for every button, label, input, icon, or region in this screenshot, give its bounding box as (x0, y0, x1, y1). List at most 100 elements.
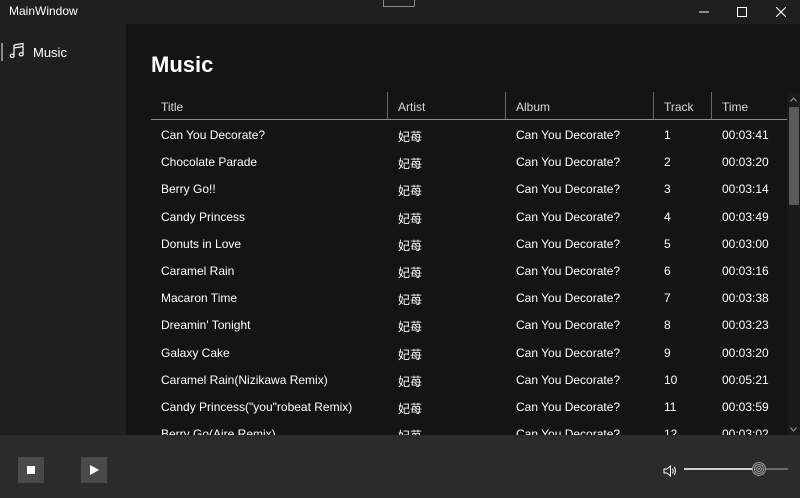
content-area: Music Title Artist Album Track Time Can … (126, 24, 800, 435)
cell-artist: 妃苺 (398, 320, 423, 335)
column-header-album[interactable]: Album (506, 92, 653, 120)
cell-album: Can You Decorate? (516, 318, 621, 333)
cell-artist: 妃苺 (398, 401, 423, 416)
cell-title: Berry Go!! (161, 182, 216, 197)
table-row[interactable]: Berry Go(Aire Remix) 妃苺 Can You Decorate? 1… (151, 419, 787, 435)
play-button[interactable] (81, 457, 107, 483)
nav-item-label: Music (33, 45, 67, 60)
cell-track: 10 (664, 372, 678, 387)
cell-time: 00:03:41 (722, 128, 769, 142)
table-row[interactable]: Donuts in Love 妃苺 Can You Decorate? 5 00:03:… (151, 229, 787, 256)
cell-time: 00:05:21 (722, 372, 769, 387)
cell-album: Can You Decorate? (516, 345, 621, 360)
window-title: MainWindow (9, 4, 78, 18)
table-row[interactable]: Berry Go!! 妃苺 Can You Decorate? 3 00:03:14 (151, 174, 787, 201)
close-button[interactable] (758, 0, 800, 24)
table-row[interactable]: Candy Princess 妃苺 Can You Decorate? 4 00:03:… (151, 202, 787, 229)
volume-slider-thumb[interactable] (752, 462, 766, 476)
cell-artist: 妃苺 (398, 293, 423, 308)
cell-artist: 妃苺 (398, 265, 423, 280)
column-header-track[interactable]: Track (654, 92, 711, 120)
drag-handle[interactable] (383, 0, 415, 7)
table-header: Title Artist Album Track Time (151, 92, 787, 120)
cell-artist: 妃苺 (398, 238, 423, 253)
cell-time: 00:03:02 (722, 427, 769, 435)
chevron-up-icon (790, 96, 797, 102)
cell-time: 00:03:16 (722, 263, 769, 278)
cell-artist: 妃苺 (398, 130, 423, 144)
close-icon (776, 7, 786, 17)
cell-title: Macaron Time (161, 291, 238, 306)
cell-title: Can You Decorate? (161, 128, 266, 142)
cell-album: Can You Decorate? (516, 263, 621, 278)
cell-track: 9 (664, 345, 671, 360)
column-header-time[interactable]: Time (712, 92, 787, 120)
cell-track: 4 (664, 209, 671, 224)
table-row[interactable]: Caramel Rain 妃苺 Can You Decorate? 6 00:03:16 (151, 256, 787, 283)
music-table: Title Artist Album Track Time Can You De… (151, 92, 787, 435)
cell-track: 8 (664, 318, 671, 333)
table-row[interactable]: Macaron Time 妃苺 Can You Decorate? 7 00:03:38 (151, 283, 787, 310)
stop-button[interactable] (18, 457, 44, 483)
table-row[interactable]: Chocolate Parade 妃苺 Can You Decorate? 2 00:0… (151, 147, 787, 174)
vertical-scrollbar[interactable] (787, 93, 800, 435)
play-icon (90, 465, 99, 475)
cell-title: Candy Princess("you"robeat Remix) (161, 399, 353, 414)
cell-title: Galaxy Cake (161, 345, 230, 360)
cell-title: Caramel Rain(Nizikawa Remix) (161, 372, 328, 387)
scroll-up-button[interactable] (787, 93, 800, 105)
column-header-artist[interactable]: Artist (388, 92, 505, 120)
cell-track: 1 (664, 128, 671, 142)
cell-artist: 妃苺 (398, 184, 423, 199)
table-body: Can You Decorate? 妃苺 Can You Decorate? 1 00:… (151, 120, 787, 435)
cell-artist: 妃苺 (398, 374, 423, 389)
table-row[interactable]: Candy Princess("you"robeat Remix) 妃苺 Can Y… (151, 392, 787, 419)
cell-track: 7 (664, 291, 671, 306)
cell-title: Chocolate Parade (161, 155, 258, 170)
table-row[interactable]: Can You Decorate? 妃苺 Can You Decorate? 1 00:… (151, 120, 787, 147)
cell-time: 00:03:14 (722, 182, 769, 197)
table-row[interactable]: Dreamin' Tonight 妃苺 Can You Decorate? 8 00:0… (151, 310, 787, 337)
cell-time: 00:03:20 (722, 345, 769, 360)
scroll-thumb[interactable] (789, 107, 799, 205)
player-bar (0, 435, 800, 498)
volume-slider[interactable] (684, 459, 788, 479)
cell-track: 6 (664, 263, 671, 278)
music-note-icon (9, 42, 24, 58)
stop-icon (27, 466, 35, 474)
minimize-icon (699, 11, 709, 13)
volume-track-filled (684, 468, 759, 470)
cell-time: 00:03:00 (722, 236, 769, 251)
chevron-down-icon (790, 426, 797, 432)
cell-album: Can You Decorate? (516, 128, 621, 142)
maximize-icon (737, 7, 747, 17)
cell-time: 00:03:20 (722, 155, 769, 170)
cell-track: 2 (664, 155, 671, 170)
cell-title: Donuts in Love (161, 236, 242, 251)
cell-time: 00:03:49 (722, 209, 769, 224)
cell-artist: 妃苺 (398, 211, 423, 226)
table-row[interactable]: Galaxy Cake 妃苺 Can You Decorate? 9 00:03:20 (151, 338, 787, 365)
cell-album: Can You Decorate? (516, 182, 621, 197)
scroll-down-button[interactable] (787, 423, 800, 435)
column-header-title[interactable]: Title (151, 92, 387, 120)
title-bar: MainWindow (0, 0, 800, 24)
cell-title: Berry Go(Aire Remix) (161, 427, 276, 435)
cell-album: Can You Decorate? (516, 291, 621, 306)
cell-track: 3 (664, 182, 671, 197)
nav-item-music[interactable]: Music (0, 40, 126, 64)
cell-artist: 妃苺 (398, 157, 423, 172)
cell-album: Can You Decorate? (516, 155, 621, 170)
cell-title: Dreamin' Tonight (161, 318, 251, 333)
speaker-icon[interactable] (663, 465, 677, 477)
cell-album: Can You Decorate? (516, 372, 621, 387)
cell-artist: 妃苺 (388, 419, 505, 435)
cell-time: 00:03:59 (722, 399, 769, 414)
cell-artist: 妃苺 (398, 347, 423, 362)
cell-album: Can You Decorate? (516, 427, 621, 435)
table-row[interactable]: Caramel Rain(Nizikawa Remix) 妃苺 Can You De… (151, 365, 787, 392)
cell-album: Can You Decorate? (516, 209, 621, 224)
cell-track: 11 (664, 399, 677, 414)
cell-album: Can You Decorate? (516, 236, 621, 251)
cell-track: 12 (664, 427, 678, 435)
